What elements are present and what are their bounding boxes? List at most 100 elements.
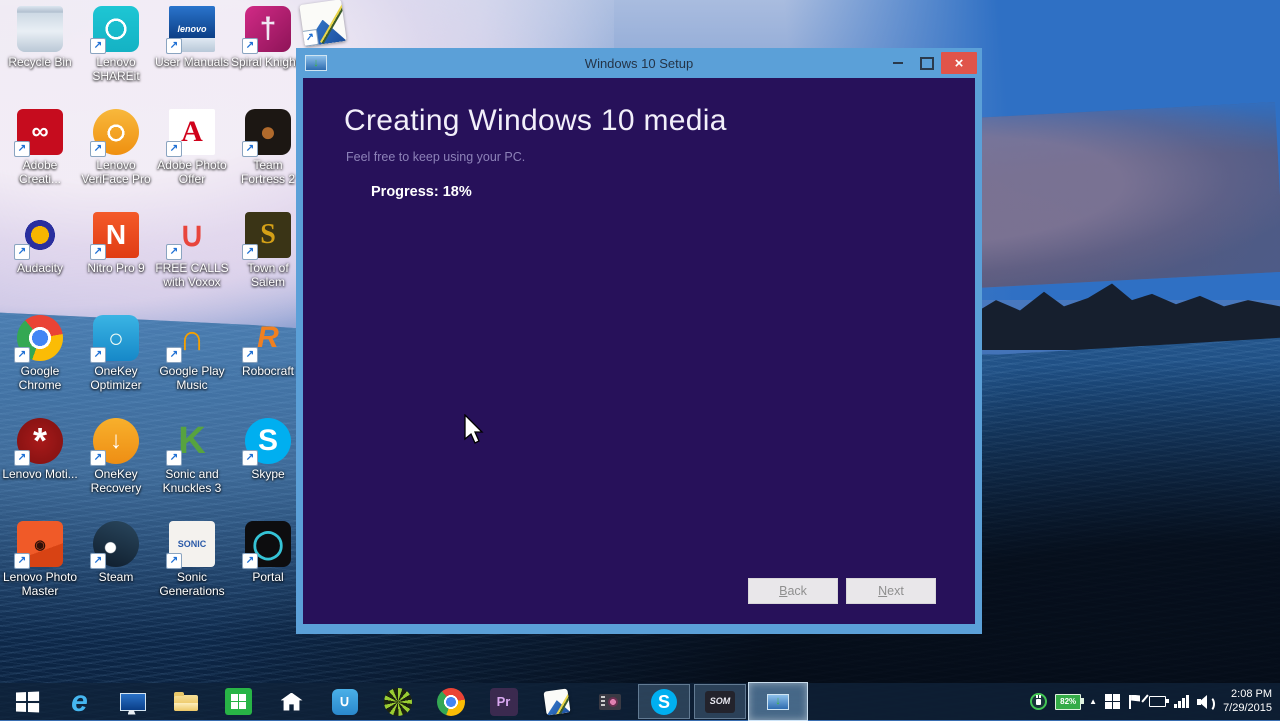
audacity-icon: ↗ (14, 212, 63, 260)
taskbar-app-som[interactable]: SOM (694, 684, 746, 719)
desktop-icon-robocraft[interactable]: R ↗ Robocraft (230, 315, 306, 418)
lenovo-shareit-icon: ↗ (90, 6, 139, 54)
windows-store-icon (225, 688, 252, 715)
shortcut-arrow-badge: ↗ (14, 553, 30, 569)
desktop-icon-adobe-photo-offer[interactable]: A ↗ Adobe Photo Offer (154, 109, 230, 212)
minimize-button[interactable] (883, 52, 912, 74)
progress-text: Progress: 18% (371, 184, 472, 200)
battery-icon[interactable]: 82% (1055, 693, 1085, 710)
shortcut-arrow-badge: ↗ (242, 141, 258, 157)
taskbar-app-media-app[interactable] (371, 683, 424, 720)
desktop-icon-label: Team Fortress 2 (240, 158, 295, 186)
tray-clock[interactable]: 2:08 PM 7/29/2015 (1223, 688, 1272, 716)
desktop-icon-label: Audacity (16, 261, 64, 275)
lenovo-power-icon[interactable] (1030, 693, 1048, 710)
action-center-flag-icon[interactable] (1128, 694, 1141, 709)
desktop-icon-onekey-recovery[interactable]: ↓ ↗ OneKey Recovery (78, 418, 154, 521)
desktop-icon-town-of-salem[interactable]: S ↗ Town of Salem (230, 212, 306, 315)
desktop-icon-label: Portal (252, 570, 284, 584)
taskbar-app-media-creation-tool[interactable]: ↓ (748, 682, 808, 721)
taskbar-app-movie-app[interactable] (583, 683, 636, 720)
desktop-icon-label: Lenovo Moti... (2, 467, 78, 481)
desktop-icon-label: Google Play Music (159, 364, 225, 392)
desktop-icon-lenovo-veriface-pro[interactable]: ↗ Lenovo VeriFace Pro (78, 109, 154, 212)
desktop-icon-photo-editor[interactable]: ↗ (299, 0, 347, 47)
taskbar-app-skype[interactable]: S (638, 684, 690, 719)
onekey-recovery-icon: ↓ ↗ (90, 418, 139, 466)
skype-icon: S (651, 688, 677, 715)
desktop-icon-recycle-bin[interactable]: Recycle Bin (2, 6, 78, 109)
window-title: Windows 10 Setup (584, 55, 694, 71)
desktop-icon-label: FREE CALLS with Voxox (155, 261, 229, 289)
window-controls: × (883, 51, 977, 75)
shortcut-arrow-badge: ↗ (14, 244, 30, 260)
network-signal-icon[interactable] (1174, 695, 1190, 708)
taskbar-app-file-explorer[interactable] (159, 683, 212, 720)
desktop-icon-voxox[interactable]: ∪ ↗ FREE CALLS with Voxox (154, 212, 230, 315)
maximize-button[interactable] (912, 52, 941, 74)
taskbar-app-lenovo-app-store[interactable]: ∪ (318, 683, 371, 720)
desktop-icon-sonic-generations[interactable]: SONIC ↗ Sonic Generations (154, 521, 230, 624)
town-of-salem-icon: S ↗ (242, 212, 291, 260)
desktop-icon-label: Robocraft (241, 364, 295, 378)
desktop-icon-spiral-knights[interactable]: † ↗ Spiral Knights (230, 6, 306, 109)
desktop-icon-lenovo-photo-master[interactable]: ◉ ↗ Lenovo Photo Master (2, 521, 78, 624)
taskbar-app-lenovo-user-manuals[interactable] (106, 683, 159, 720)
windows-tray-icon[interactable] (1105, 694, 1121, 709)
shortcut-arrow-badge: ↗ (166, 347, 182, 363)
desktop-icon-user-manuals[interactable]: lenovo ↗ User Manuals (154, 6, 230, 109)
start-button[interactable] (0, 683, 53, 720)
desktop-icon-portal[interactable]: ◯ ↗ Portal (230, 521, 306, 624)
setup-subtitle: Feel free to keep using your PC. (346, 150, 526, 164)
desktop-icon-google-play-music[interactable]: ∩ ↗ Google Play Music (154, 315, 230, 418)
desktop-icon-label: Spiral Knights (230, 55, 306, 69)
desktop-icon-adobe-creative-cloud[interactable]: ∞ ↗ Adobe Creati... (2, 109, 78, 212)
shortcut-arrow-badge: ↗ (90, 450, 106, 466)
volume-icon[interactable] (1197, 694, 1216, 712)
desktop-icon-onekey-optimizer[interactable]: ○ ↗ OneKey Optimizer (78, 315, 154, 418)
taskbar-app-windows-store[interactable] (212, 683, 265, 720)
shortcut-arrow-badge: ↗ (90, 553, 106, 569)
desktop-icon-label: Steam (98, 570, 134, 584)
desktop-icon-label: Skype (251, 467, 285, 481)
sonic-and-knuckles-3-icon: K ↗ (166, 418, 215, 466)
desktop-icon-label: Sonic Generations (159, 570, 225, 598)
desktop-icon-audacity[interactable]: ↗ Audacity (2, 212, 78, 315)
close-button[interactable]: × (941, 52, 977, 74)
desktop-icon-label: Lenovo VeriFace Pro (81, 158, 151, 186)
taskbar-app-internet-explorer[interactable]: e (53, 683, 106, 720)
desktop-icon-skype-desktop[interactable]: S ↗ Skype (230, 418, 306, 521)
desktop-icon-team-fortress-2[interactable]: ● ↗ Team Fortress 2 (230, 109, 306, 212)
shortcut-arrow-badge: ↗ (242, 553, 258, 569)
taskbar-app-home[interactable] (265, 683, 318, 720)
taskbar-app-premiere-pro[interactable]: Pr (477, 683, 530, 720)
taskbar-app-google-chrome-taskbar[interactable] (424, 683, 477, 720)
hidden-icons-chevron[interactable]: ▲ (1089, 697, 1097, 706)
shortcut-arrow-badge: ↗ (242, 38, 258, 54)
adobe-creative-cloud-icon: ∞ ↗ (14, 109, 63, 157)
desktop-icon-lenovo-shareit[interactable]: ↗ Lenovo SHAREit (78, 6, 154, 109)
steam-icon: ↗ (90, 521, 139, 569)
next-button[interactable]: Next (846, 578, 936, 604)
movie-app-icon (598, 693, 621, 710)
desktop-icon-label: Adobe Creati... (18, 158, 61, 186)
lenovo-user-manuals-icon (119, 692, 146, 711)
setup-heading: Creating Windows 10 media (344, 104, 727, 137)
desktop-icon-label: OneKey Optimizer (90, 364, 142, 392)
desktop-icon-lenovo-motion[interactable]: * ↗ Lenovo Moti... (2, 418, 78, 521)
taskbar: e ∪ Pr S SOM ↓ 82% ▲ 2:08 PM 7/29/2015 (0, 682, 1280, 721)
desktop-icon-sonic-and-knuckles-3[interactable]: K ↗ Sonic and Knuckles 3 (154, 418, 230, 521)
desktop-icon-steam[interactable]: ↗ Steam (78, 521, 154, 624)
lenovo-app-store-icon: ∪ (331, 688, 358, 715)
desktop-icon-label: Adobe Photo Offer (157, 158, 227, 186)
back-button[interactable]: Back (748, 578, 838, 604)
titlebar[interactable]: ↓ Windows 10 Setup × (296, 48, 982, 78)
power-plug-icon[interactable] (1149, 696, 1170, 707)
desktop-icon-nitro-pro-9[interactable]: N ↗ Nitro Pro 9 (78, 212, 154, 315)
desktop-icon-google-chrome[interactable]: ↗ Google Chrome (2, 315, 78, 418)
desktop-icon-grid: Recycle Bin ↗ Lenovo SHAREit lenovo ↗ User Ma… (2, 6, 306, 624)
taskbar-app-photo-editor[interactable] (530, 683, 583, 720)
shortcut-arrow-badge: ↗ (14, 450, 30, 466)
shortcut-arrow-badge: ↗ (90, 141, 106, 157)
desktop-icon-label: OneKey Recovery (90, 467, 142, 495)
